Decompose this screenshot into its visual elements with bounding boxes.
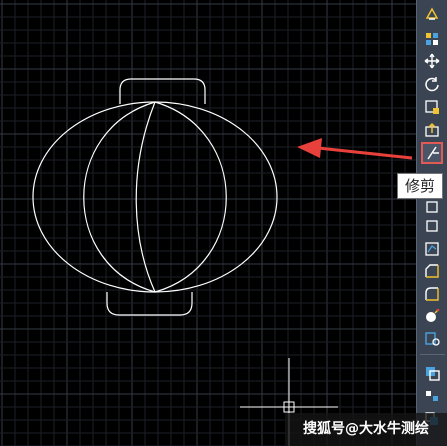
explode-icon[interactable]: [421, 305, 443, 327]
trim-icon[interactable]: [421, 142, 443, 164]
trim-tooltip: 修剪: [397, 173, 443, 199]
properties-icon[interactable]: [421, 328, 443, 350]
join-icon[interactable]: [421, 238, 443, 260]
modify-toolbar: [416, 0, 447, 446]
drawing-canvas[interactable]: [0, 0, 416, 446]
annotate-icon[interactable]: [421, 3, 443, 25]
mirror-icon[interactable]: [421, 385, 443, 407]
source-watermark: 搜狐号@大水牛测绘: [285, 413, 447, 446]
fillet-icon[interactable]: [421, 283, 443, 305]
pointer-arrow: [297, 138, 413, 160]
break-icon[interactable]: [421, 215, 443, 237]
chamfer-icon[interactable]: [421, 260, 443, 282]
move-icon[interactable]: [421, 50, 443, 72]
lantern-drawing: [32, 78, 278, 316]
copy-icon[interactable]: [421, 362, 443, 384]
grid: [0, 0, 416, 446]
stretch-icon[interactable]: [421, 119, 443, 141]
scale-icon[interactable]: [421, 96, 443, 118]
lantern-top-cap: [119, 78, 206, 104]
array-icon[interactable]: [421, 28, 443, 50]
rotate-icon[interactable]: [421, 73, 443, 95]
